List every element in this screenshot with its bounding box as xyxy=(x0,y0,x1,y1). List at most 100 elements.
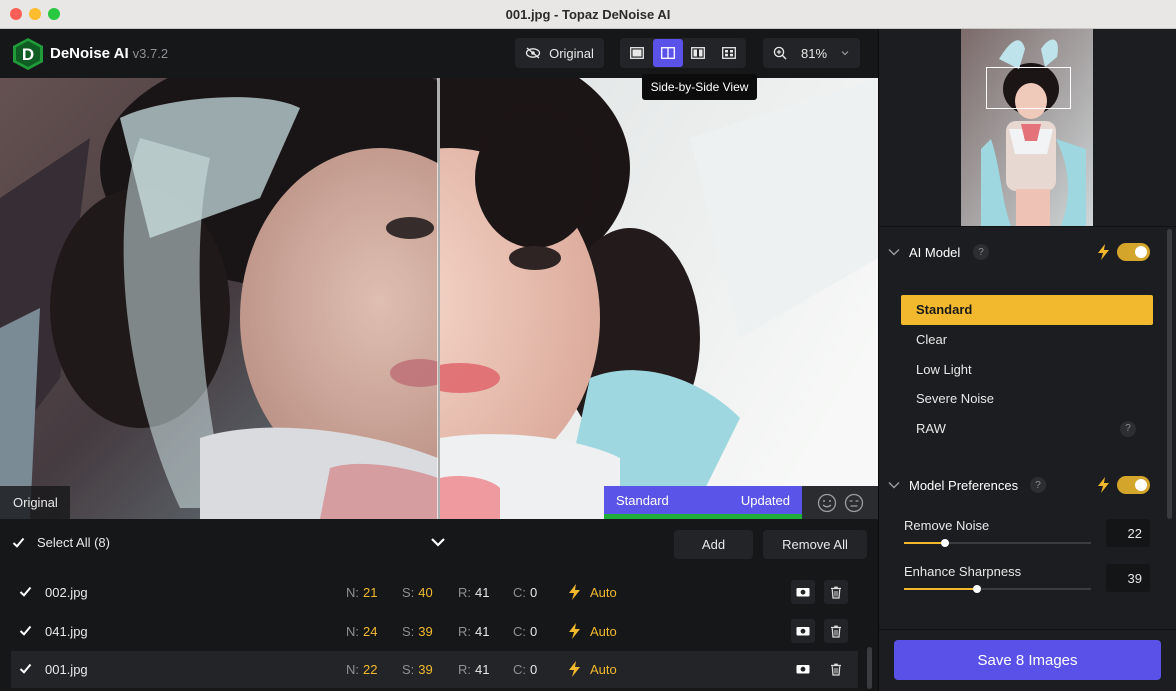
single-view-icon xyxy=(630,47,645,59)
ai-model-section-header[interactable]: AI Model ? xyxy=(879,237,1167,267)
smile-face-icon[interactable] xyxy=(817,493,837,513)
remove-all-button[interactable]: Remove All xyxy=(763,530,867,559)
add-images-button[interactable]: Add xyxy=(674,530,753,559)
enhance-sharpness-fill xyxy=(904,588,977,590)
preview-file-button[interactable] xyxy=(791,580,815,604)
settings-scrollbar[interactable] xyxy=(1167,229,1172,519)
split-view-icon xyxy=(660,47,675,59)
view-mode-group xyxy=(620,38,746,68)
face-recovery-controls xyxy=(802,486,878,519)
file-row[interactable]: 041.jpg N: 24 S: 39 R: 41 C: 0 Auto xyxy=(11,613,858,650)
file-name: 002.jpg xyxy=(45,585,88,600)
recover-stat: R: 41 xyxy=(458,662,490,677)
model-option-severe-noise[interactable]: Severe Noise xyxy=(901,384,1153,414)
collapse-list-chevron-icon[interactable] xyxy=(430,536,446,548)
processed-image-half xyxy=(440,78,878,519)
dual-view-icon xyxy=(691,47,706,59)
enhance-sharpness-slider[interactable] xyxy=(904,585,1091,593)
navigator-viewport-box[interactable] xyxy=(986,67,1071,109)
preview-file-button[interactable] xyxy=(791,657,815,681)
model-option-raw[interactable]: RAW ? xyxy=(901,414,1153,444)
select-all-checkbox[interactable]: Select All (8) xyxy=(12,535,110,550)
enhance-sharpness-knob[interactable] xyxy=(972,585,981,593)
trash-icon xyxy=(831,625,841,638)
noise-stat: N: 24 xyxy=(346,624,378,639)
auto-mode: Auto xyxy=(590,624,617,639)
app-name: DeNoise AI v3.7.2 xyxy=(50,45,169,62)
file-name: 041.jpg xyxy=(45,624,88,639)
auto-mode: Auto xyxy=(590,662,617,677)
remove-noise-slider[interactable] xyxy=(904,539,1091,547)
checkmark-icon[interactable] xyxy=(19,625,32,636)
ai-model-list: Standard Clear Low Light Severe Noise RA… xyxy=(901,295,1153,443)
checkmark-icon[interactable] xyxy=(19,586,32,597)
select-all-label: Select All (8) xyxy=(37,535,110,550)
side-by-side-view-button[interactable] xyxy=(653,39,683,67)
preferences-auto-toggle[interactable] xyxy=(1117,476,1150,494)
raw-help-icon[interactable]: ? xyxy=(1120,420,1136,437)
model-option-clear[interactable]: Clear xyxy=(901,325,1153,355)
camera-icon xyxy=(796,588,810,597)
delete-file-button[interactable] xyxy=(824,580,848,604)
model-preferences-section-header[interactable]: Model Preferences ? xyxy=(879,470,1167,500)
chevron-down-icon xyxy=(888,249,900,256)
color-stat: C: 0 xyxy=(513,662,538,677)
app-version: v3.7.2 xyxy=(132,46,169,61)
window-titlebar: 001.jpg - Topaz DeNoise AI xyxy=(0,0,1176,29)
zoom-control[interactable]: 81% xyxy=(763,38,860,68)
split-divider-handle[interactable] xyxy=(437,78,440,519)
remove-noise-value[interactable]: 22 xyxy=(1106,519,1150,547)
main-toolbar: D DeNoise AI v3.7.2 Original 81% xyxy=(0,29,878,78)
original-toggle-button[interactable]: Original xyxy=(515,38,604,68)
trash-icon xyxy=(831,586,841,599)
lightning-icon xyxy=(569,623,580,639)
lightning-icon xyxy=(1098,244,1109,260)
panel-divider xyxy=(879,226,1176,227)
file-row-selected[interactable]: 001.jpg N: 22 S: 39 R: 41 C: 0 Auto xyxy=(11,651,858,688)
single-view-button[interactable] xyxy=(623,39,653,67)
original-toggle-label: Original xyxy=(549,45,594,61)
preview-file-button[interactable] xyxy=(791,619,815,643)
original-side-label: Original xyxy=(0,486,70,519)
save-images-button[interactable]: Save 8 Images xyxy=(894,640,1161,680)
camera-icon xyxy=(796,665,810,674)
help-icon[interactable]: ? xyxy=(973,244,989,260)
file-list-scrollbar[interactable] xyxy=(867,647,872,689)
enhance-sharpness-value[interactable]: 39 xyxy=(1106,564,1150,592)
enhance-sharpness-label: Enhance Sharpness xyxy=(904,564,1022,579)
status-updated: Updated xyxy=(740,492,790,508)
chevron-down-icon xyxy=(888,482,900,489)
status-model: Standard xyxy=(616,492,669,508)
delete-file-button[interactable] xyxy=(824,619,848,643)
file-row[interactable]: 002.jpg N: 21 S: 40 R: 41 C: 0 Auto xyxy=(11,574,858,611)
zoom-in-icon xyxy=(773,46,787,60)
zoom-level: 81% xyxy=(801,45,828,61)
processing-status: Standard Updated xyxy=(604,486,802,514)
sharpness-stat: S: 39 xyxy=(402,662,433,677)
dual-view-button[interactable] xyxy=(684,39,714,67)
view-tooltip: Side-by-Side View xyxy=(642,74,757,100)
ai-model-auto-toggle[interactable] xyxy=(1117,243,1150,261)
help-icon[interactable]: ? xyxy=(1030,477,1046,493)
neutral-face-icon[interactable] xyxy=(844,493,864,513)
denoise-logo-icon: D xyxy=(13,38,43,70)
grid-view-button[interactable] xyxy=(714,39,744,67)
image-preview[interactable] xyxy=(0,78,878,519)
file-list-panel: Select All (8) Add Remove All 002.jpg N:… xyxy=(0,519,878,691)
eye-off-icon xyxy=(525,47,541,59)
recover-stat: R: 41 xyxy=(458,585,490,600)
delete-file-button[interactable] xyxy=(824,657,848,681)
model-preferences-title: Model Preferences xyxy=(909,477,1019,493)
color-stat: C: 0 xyxy=(513,624,538,639)
model-option-standard[interactable]: Standard xyxy=(901,295,1153,325)
sharpness-stat: S: 40 xyxy=(402,585,433,600)
chevron-down-icon xyxy=(841,51,849,56)
checkmark-icon[interactable] xyxy=(19,663,32,674)
noise-stat: N: 22 xyxy=(346,662,378,677)
ai-model-title: AI Model xyxy=(909,244,961,260)
remove-noise-knob[interactable] xyxy=(941,539,950,547)
lightning-icon xyxy=(1098,477,1109,493)
model-option-low-light[interactable]: Low Light xyxy=(901,354,1153,384)
grid-view-icon xyxy=(721,47,736,59)
remove-noise-fill xyxy=(904,542,946,544)
